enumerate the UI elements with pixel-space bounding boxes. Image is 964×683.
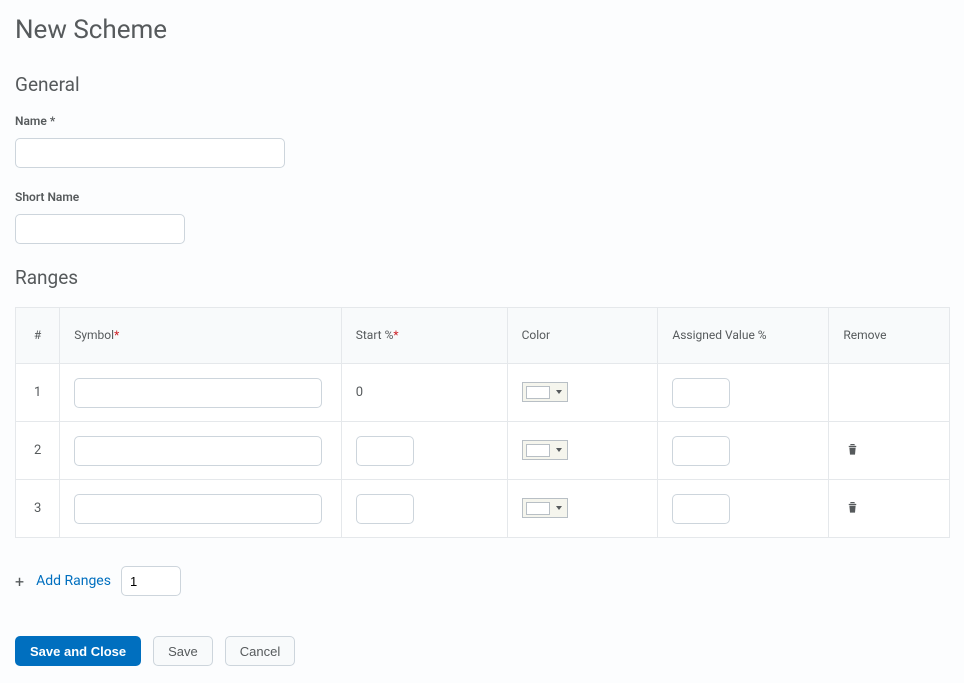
remove-button[interactable] <box>843 497 862 520</box>
add-ranges-row: + Add Ranges <box>15 566 949 596</box>
col-header-remove: Remove <box>829 308 950 364</box>
button-row: Save and Close Save Cancel <box>15 636 949 666</box>
name-label: Name * <box>15 114 949 128</box>
table-row: 2 <box>16 422 950 480</box>
chevron-down-icon <box>556 390 562 394</box>
add-ranges-link[interactable]: Add Ranges <box>36 573 111 589</box>
col-header-symbol-text: Symbol <box>74 328 114 342</box>
col-header-color: Color <box>507 308 658 364</box>
short-name-label: Short Name <box>15 190 949 204</box>
symbol-input[interactable] <box>74 378 322 408</box>
row-number: 3 <box>16 480 60 538</box>
ranges-heading: Ranges <box>15 266 949 289</box>
start-input[interactable] <box>356 436 414 466</box>
col-header-assigned: Assigned Value % <box>658 308 829 364</box>
color-swatch <box>526 386 550 399</box>
page-title: New Scheme <box>15 15 949 45</box>
table-row: 3 <box>16 480 950 538</box>
start-static: 0 <box>356 385 363 400</box>
save-and-close-button[interactable]: Save and Close <box>15 636 141 666</box>
assigned-value-input[interactable] <box>672 494 730 524</box>
save-button[interactable]: Save <box>153 636 213 666</box>
short-name-input[interactable] <box>15 214 185 244</box>
row-number: 1 <box>16 364 60 422</box>
remove-button[interactable] <box>843 439 862 462</box>
color-picker[interactable] <box>522 440 568 460</box>
name-input[interactable] <box>15 138 285 168</box>
color-swatch <box>526 444 550 457</box>
color-picker[interactable] <box>522 498 568 518</box>
trash-icon <box>845 441 860 457</box>
chevron-down-icon <box>556 448 562 452</box>
plus-icon: + <box>15 572 24 591</box>
general-heading: General <box>15 73 949 96</box>
color-picker[interactable] <box>522 382 568 402</box>
col-header-num: # <box>16 308 60 364</box>
required-star: * <box>50 114 55 128</box>
required-star: * <box>393 328 398 342</box>
symbol-input[interactable] <box>74 494 322 524</box>
add-ranges-count-input[interactable] <box>121 566 181 596</box>
col-header-symbol: Symbol* <box>60 308 342 364</box>
color-swatch <box>526 502 550 515</box>
table-row: 1 0 <box>16 364 950 422</box>
assigned-value-input[interactable] <box>672 436 730 466</box>
col-header-start: Start %* <box>341 308 507 364</box>
assigned-value-input[interactable] <box>672 378 730 408</box>
required-star: * <box>114 328 119 342</box>
cancel-button[interactable]: Cancel <box>225 636 295 666</box>
name-label-text: Name <box>15 114 47 128</box>
row-number: 2 <box>16 422 60 480</box>
trash-icon <box>845 499 860 515</box>
ranges-table: # Symbol* Start %* Color Assigned Value … <box>15 307 950 538</box>
col-header-start-text: Start % <box>356 328 394 342</box>
symbol-input[interactable] <box>74 436 322 466</box>
chevron-down-icon <box>556 506 562 510</box>
start-input[interactable] <box>356 494 414 524</box>
